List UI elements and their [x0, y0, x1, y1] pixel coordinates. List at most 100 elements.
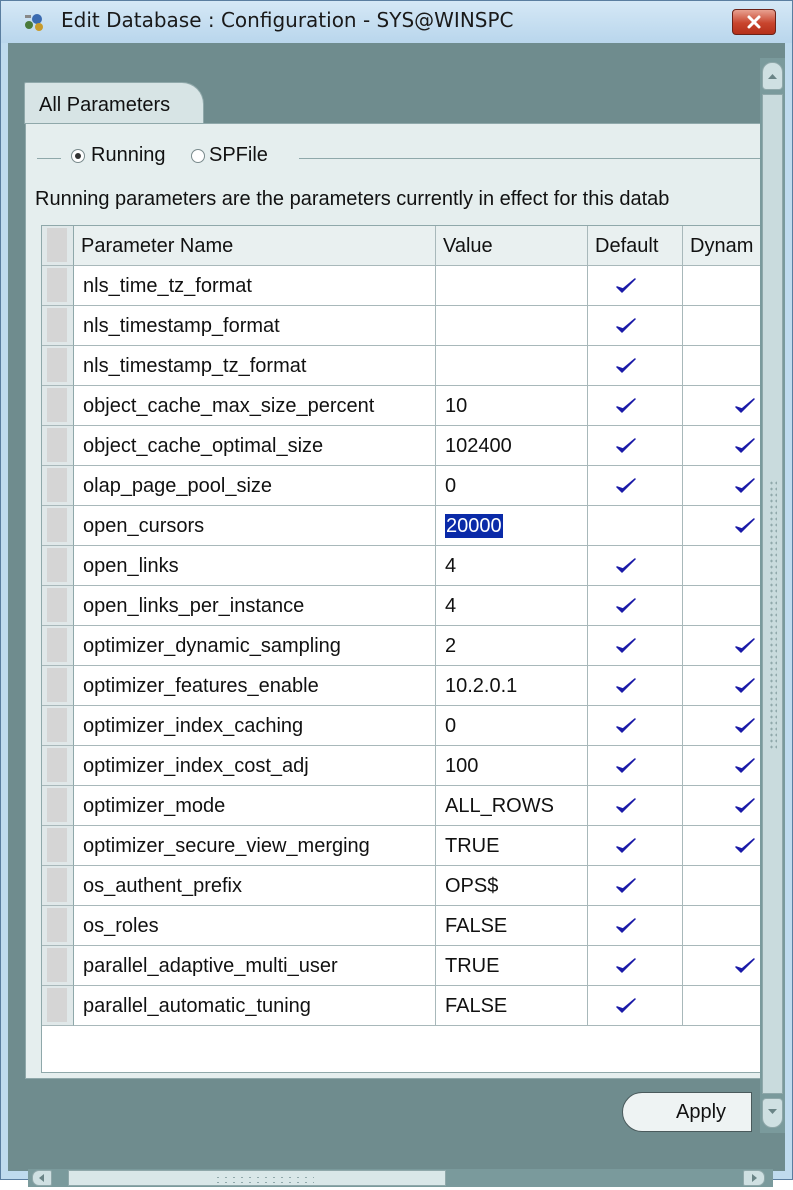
parameter-value-cell[interactable] — [436, 266, 588, 306]
scroll-down-button[interactable] — [762, 1098, 783, 1128]
row-header[interactable] — [42, 626, 74, 666]
default-cell[interactable] — [588, 786, 683, 826]
running-radio[interactable] — [71, 149, 85, 163]
default-cell[interactable] — [588, 666, 683, 706]
row-header[interactable] — [42, 906, 74, 946]
row-header[interactable] — [42, 946, 74, 986]
dynamic-cell[interactable] — [683, 346, 760, 386]
default-cell[interactable] — [588, 906, 683, 946]
parameter-value-cell[interactable]: TRUE — [436, 946, 588, 986]
row-header[interactable] — [42, 786, 74, 826]
table-row[interactable]: open_links_per_instance 4 — [42, 586, 760, 626]
running-radio-label[interactable]: Running — [91, 144, 166, 167]
parameter-value-cell[interactable] — [436, 306, 588, 346]
default-cell[interactable] — [588, 986, 683, 1026]
apply-button[interactable]: Apply — [622, 1092, 752, 1132]
parameter-value-cell[interactable]: FALSE — [436, 906, 588, 946]
row-header[interactable] — [42, 266, 74, 306]
table-row[interactable]: os_authent_prefix OPS$ — [42, 866, 760, 906]
selected-value-text[interactable]: 20000 — [445, 514, 503, 538]
dynamic-cell[interactable] — [683, 466, 760, 506]
parameter-value-cell[interactable]: TRUE — [436, 826, 588, 866]
parameter-value-cell[interactable]: 4 — [436, 586, 588, 626]
parameter-value-cell[interactable]: 10 — [436, 386, 588, 426]
vertical-scrollbar[interactable] — [760, 58, 785, 1133]
table-row[interactable]: open_links 4 — [42, 546, 760, 586]
row-header[interactable] — [42, 826, 74, 866]
row-header[interactable] — [42, 746, 74, 786]
default-cell[interactable] — [588, 746, 683, 786]
default-cell[interactable] — [588, 706, 683, 746]
dynamic-cell[interactable] — [683, 506, 760, 546]
dynamic-cell[interactable] — [683, 706, 760, 746]
table-row[interactable]: optimizer_index_cost_adj 100 — [42, 746, 760, 786]
parameter-value-cell[interactable]: OPS$ — [436, 866, 588, 906]
table-row[interactable]: os_roles FALSE — [42, 906, 760, 946]
table-row[interactable]: nls_time_tz_format — [42, 266, 760, 306]
parameter-value-cell[interactable]: 0 — [436, 706, 588, 746]
dynamic-cell[interactable] — [683, 946, 760, 986]
dynamic-cell[interactable] — [683, 306, 760, 346]
table-row[interactable]: object_cache_max_size_percent 10 — [42, 386, 760, 426]
dynamic-cell[interactable] — [683, 386, 760, 426]
row-header[interactable] — [42, 706, 74, 746]
parameter-value-cell[interactable]: 0 — [436, 466, 588, 506]
row-header[interactable] — [42, 586, 74, 626]
parameter-value-cell[interactable]: 102400 — [436, 426, 588, 466]
horizontal-scrollbar[interactable] — [28, 1169, 773, 1187]
vertical-scroll-thumb[interactable] — [762, 94, 783, 1094]
horizontal-scroll-thumb[interactable] — [68, 1170, 446, 1186]
parameter-value-cell[interactable]: 100 — [436, 746, 588, 786]
default-cell[interactable] — [588, 546, 683, 586]
dynamic-cell[interactable] — [683, 906, 760, 946]
table-row[interactable]: parallel_adaptive_multi_user TRUE — [42, 946, 760, 986]
row-header[interactable] — [42, 386, 74, 426]
table-row[interactable]: object_cache_optimal_size 102400 — [42, 426, 760, 466]
default-cell[interactable] — [588, 866, 683, 906]
row-header[interactable] — [42, 426, 74, 466]
table-row[interactable]: nls_timestamp_format — [42, 306, 760, 346]
dynamic-cell[interactable] — [683, 746, 760, 786]
default-cell[interactable] — [588, 586, 683, 626]
close-button[interactable] — [732, 9, 776, 35]
table-row[interactable]: parallel_automatic_tuning FALSE — [42, 986, 760, 1026]
dynamic-cell[interactable] — [683, 626, 760, 666]
default-cell[interactable] — [588, 346, 683, 386]
dynamic-cell[interactable] — [683, 426, 760, 466]
scroll-left-button[interactable] — [32, 1170, 52, 1186]
table-row[interactable]: optimizer_dynamic_sampling 2 — [42, 626, 760, 666]
spfile-radio-label[interactable]: SPFile — [209, 144, 268, 167]
table-row[interactable]: optimizer_features_enable 10.2.0.1 — [42, 666, 760, 706]
scroll-right-button[interactable] — [743, 1170, 765, 1186]
parameter-value-cell[interactable]: 10.2.0.1 — [436, 666, 588, 706]
column-header-dynamic[interactable]: Dynam — [683, 226, 760, 266]
row-header[interactable] — [42, 986, 74, 1026]
table-row[interactable]: open_cursors 20000 — [42, 506, 760, 546]
tab-all-parameters[interactable]: All Parameters — [24, 82, 204, 124]
parameter-value-cell[interactable]: 20000 — [436, 506, 588, 546]
default-cell[interactable] — [588, 466, 683, 506]
row-header[interactable] — [42, 466, 74, 506]
default-cell[interactable] — [588, 386, 683, 426]
table-row[interactable]: olap_page_pool_size 0 — [42, 466, 760, 506]
row-header[interactable] — [42, 866, 74, 906]
table-row[interactable]: optimizer_mode ALL_ROWS — [42, 786, 760, 826]
dynamic-cell[interactable] — [683, 546, 760, 586]
row-header[interactable] — [42, 306, 74, 346]
default-cell[interactable] — [588, 826, 683, 866]
row-header[interactable] — [42, 666, 74, 706]
dynamic-cell[interactable] — [683, 866, 760, 906]
parameter-value-cell[interactable]: ALL_ROWS — [436, 786, 588, 826]
row-header[interactable] — [42, 506, 74, 546]
default-cell[interactable] — [588, 306, 683, 346]
table-row[interactable]: optimizer_index_caching 0 — [42, 706, 760, 746]
dynamic-cell[interactable] — [683, 786, 760, 826]
row-header[interactable] — [42, 346, 74, 386]
dynamic-cell[interactable] — [683, 666, 760, 706]
column-header-parameter-name[interactable]: Parameter Name — [74, 226, 436, 266]
default-cell[interactable] — [588, 506, 683, 546]
parameter-value-cell[interactable]: 4 — [436, 546, 588, 586]
scroll-up-button[interactable] — [762, 62, 783, 90]
parameters-table[interactable]: Parameter Name Value Default Dynam nls_t… — [41, 225, 760, 1073]
spfile-radio[interactable] — [191, 149, 205, 163]
